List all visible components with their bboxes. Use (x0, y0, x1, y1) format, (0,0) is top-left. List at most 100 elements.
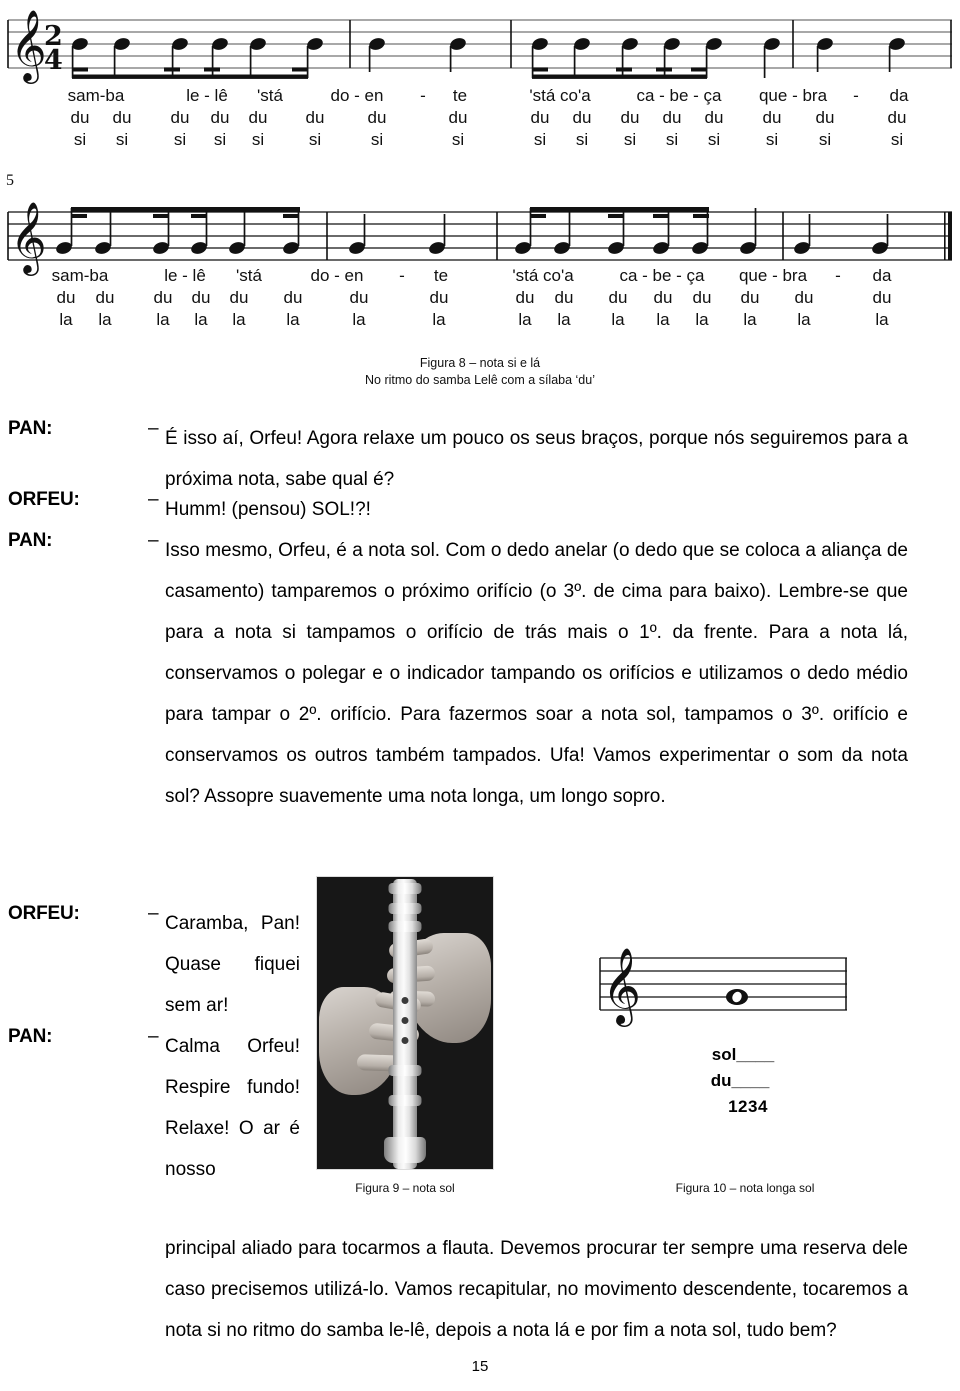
figure-10-caption: Figura 10 – nota longa sol (675, 1181, 815, 1195)
syllable-du: du (530, 108, 550, 127)
lyric-word: do - en (310, 266, 364, 285)
recorder-bell (384, 1137, 426, 1163)
lyric-word: le - lê (186, 86, 228, 105)
syllable-du: du (429, 288, 449, 307)
recorder-ring (388, 903, 422, 914)
recorder-ring (388, 1065, 422, 1076)
syllable-du: du (283, 288, 303, 307)
note-name-la: la (194, 310, 208, 329)
note-name-la: la (611, 310, 625, 329)
lyric-word: sam-ba (67, 86, 125, 105)
note-name-la: la (232, 310, 246, 329)
note-name-si: si (575, 130, 589, 149)
note-name-la: la (743, 310, 757, 329)
lyric-word: da (889, 86, 909, 105)
dialogue-text-pan-1: É isso aí, Orfeu! Agora relaxe um pouco … (165, 428, 908, 490)
syllable-du: du (170, 108, 190, 127)
note-name-la: la (98, 310, 112, 329)
lyric-word: - (853, 86, 859, 105)
lyric-row-words-1: sam-ba le - lê 'stá do - en - te 'stá co… (0, 86, 960, 108)
syllable-du: du (305, 108, 325, 127)
dialogue-dash: – (148, 418, 159, 439)
dialogue-text-orfeu-1: Humm! (pensou) SOL!?! (165, 499, 371, 520)
lyric-word: te (452, 86, 468, 105)
figure-10-staff: 𝄞 sol____ du____ 1234 (575, 930, 905, 1170)
svg-text:𝄞: 𝄞 (602, 947, 641, 1027)
staff-notation-system-1: 𝄞 2 4 (7, 8, 952, 84)
lyric-row-notenames-2: la la la la la la la la la la la la la l… (0, 310, 960, 332)
syllable-du: du (56, 288, 76, 307)
syllable-du: du (704, 108, 724, 127)
speaker-label-pan: PAN: (8, 530, 53, 551)
figure-10-labels: sol____ du____ 1234 (575, 1042, 905, 1120)
recorder-ring (388, 921, 422, 932)
lyric-word: 'stá (257, 86, 283, 105)
figure-9-caption: Figura 9 – nota sol (355, 1181, 455, 1195)
note-name-si: si (213, 130, 227, 149)
lyrics-block-system-1: sam-ba le - lê 'stá do - en - te 'stá co… (0, 86, 960, 152)
note-name-si: si (308, 130, 322, 149)
lyric-word: 'stá (236, 266, 262, 285)
note-name-la: la (432, 310, 446, 329)
note-name-la: la (518, 310, 532, 329)
syllable-du: du (887, 108, 907, 127)
speaker-label-pan: PAN: (8, 1026, 53, 1047)
note-name-si: si (73, 130, 87, 149)
syllable-du: du (349, 288, 369, 307)
note-name-si: si (370, 130, 384, 149)
note-name-si: si (707, 130, 721, 149)
syllable-du: du (210, 108, 230, 127)
lyric-row-syllables-1: du du du du du du du du du du du du du d… (0, 108, 960, 130)
note-name-la: la (59, 310, 73, 329)
lyric-row-words-2: sam-ba le - lê 'stá do - en - te 'stá co… (0, 266, 960, 288)
lyrics-block-system-2: sam-ba le - lê 'stá do - en - te 'stá co… (0, 266, 960, 332)
figure-8-caption: Figura 8 – nota si e lá No ritmo do samb… (0, 355, 960, 389)
lyric-word: do - en (330, 86, 384, 105)
lyric-word: que - bra (738, 266, 808, 285)
figure-10-label-note: sol____ (711, 1045, 775, 1064)
dialogue-text-pan-2: Isso mesmo, Orfeu, é a nota sol. Com o d… (165, 540, 908, 807)
lyric-word: 'stá co'a (512, 266, 574, 285)
syllable-du: du (367, 108, 387, 127)
figure-8-caption-line2: No ritmo do samba Lelê com a sílaba ‘du’ (365, 372, 595, 387)
lyric-word: - (420, 86, 426, 105)
syllable-du: du (554, 288, 574, 307)
svg-text:𝄞: 𝄞 (10, 200, 47, 276)
lyric-word: sam-ba (51, 266, 109, 285)
lyric-word: 'stá co'a (529, 86, 591, 105)
syllable-du: du (191, 288, 211, 307)
lyric-row-syllables-2: du du du du du du du du du du du du du d… (0, 288, 960, 310)
lyric-word: da (872, 266, 892, 285)
syllable-du: du (95, 288, 115, 307)
syllable-du: du (815, 108, 835, 127)
speaker-label-orfeu: ORFEU: (8, 903, 80, 924)
syllable-du: du (248, 108, 268, 127)
note-name-la: la (797, 310, 811, 329)
syllable-du: du (229, 288, 249, 307)
note-name-la: la (656, 310, 670, 329)
note-name-si: si (890, 130, 904, 149)
note-name-la: la (286, 310, 300, 329)
whole-note-head (726, 989, 748, 1005)
lyric-word: le - lê (164, 266, 206, 285)
figure-10-label-counts: 1234 (728, 1097, 768, 1116)
dialogue-dash: – (148, 1026, 159, 1047)
staff-notation-figure-10: 𝄞 (599, 947, 847, 1027)
dialogue-dash: – (148, 903, 159, 924)
speaker-label-orfeu: ORFEU: (8, 489, 80, 510)
svg-text:4: 4 (44, 45, 63, 76)
syllable-du: du (653, 288, 673, 307)
syllable-du: du (70, 108, 90, 127)
tone-hole (401, 1017, 409, 1024)
tone-hole (401, 997, 409, 1004)
dialogue-text-pan-3-continued: principal aliado para tocarmos a flauta.… (165, 1238, 908, 1341)
lyric-word: - (835, 266, 841, 285)
note-name-la: la (352, 310, 366, 329)
note-name-si: si (623, 130, 637, 149)
dialogue-text-pan-3: Calma Orfeu! Respire fundo! Relaxe! O ar… (165, 1036, 300, 1180)
lyric-word: - (399, 266, 405, 285)
note-name-si: si (765, 130, 779, 149)
syllable-du: du (740, 288, 760, 307)
page-number: 15 (471, 1358, 489, 1375)
tone-hole (401, 1037, 409, 1044)
